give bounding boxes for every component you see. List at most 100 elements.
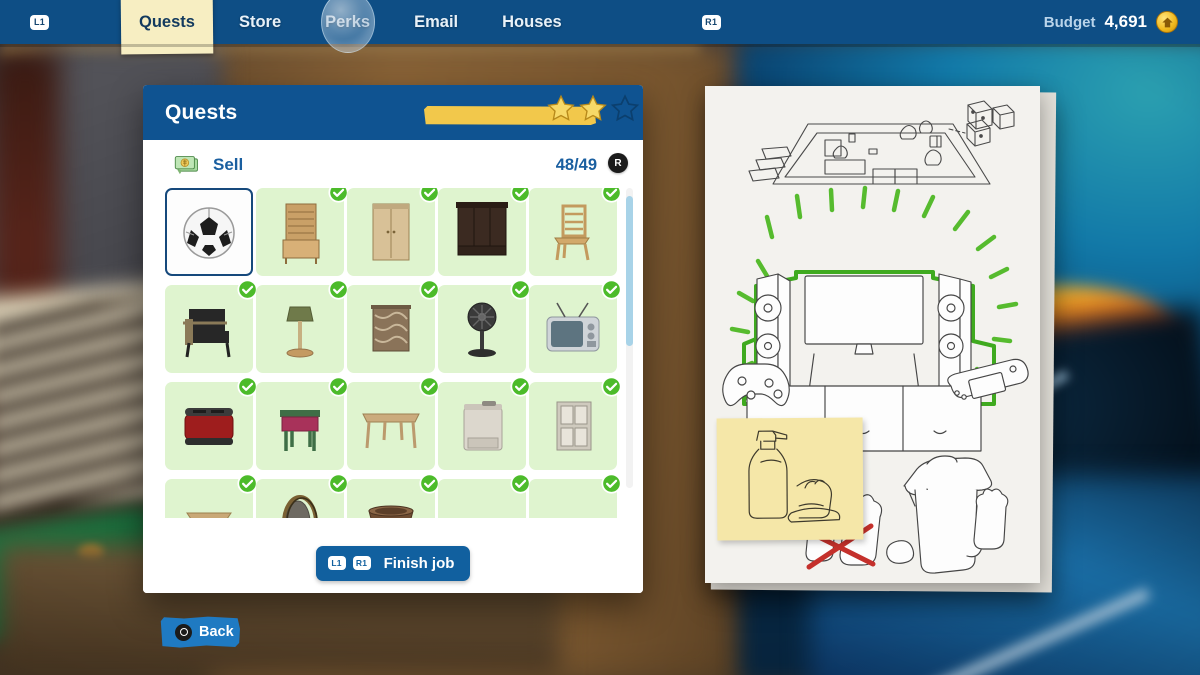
completed-check-icon (601, 279, 622, 300)
item-grid (165, 188, 622, 518)
grid-item-red-toaster[interactable] (165, 376, 258, 470)
wardrobe-light-icon (355, 196, 427, 268)
completed-check-icon (601, 376, 622, 397)
completed-check-icon (601, 473, 622, 494)
completed-check-icon (510, 473, 531, 494)
grid-item-tall-cabinet[interactable] (529, 376, 622, 470)
completed-check-icon (419, 376, 440, 397)
grid-item-pedestal-fan[interactable] (438, 279, 531, 373)
grid-item-wardrobe-light[interactable] (347, 188, 440, 276)
nav-items: Quests Store Perks Email Houses R1 (117, 0, 721, 55)
grid-item-washing-machine[interactable] (438, 376, 531, 470)
completed-check-icon (510, 279, 531, 300)
tab-quests[interactable]: Quests (117, 0, 217, 55)
soccer-ball-icon (173, 196, 245, 268)
tab-houses-label: Houses (502, 12, 562, 31)
panel-header: Quests (143, 85, 643, 140)
dining-table-icon (355, 390, 427, 462)
back-button[interactable]: Back (160, 616, 240, 648)
tall-cabinet-icon (537, 390, 609, 462)
floor-lamp-icon (264, 293, 336, 365)
grid-item-crt-tv[interactable] (529, 279, 622, 373)
grid-item-armchair[interactable] (165, 279, 258, 373)
tab-quests-label: Quests (139, 12, 195, 31)
grid-item-wardrobe-dark[interactable] (438, 188, 531, 276)
star-progress-bar (420, 94, 640, 136)
completed-check-icon (328, 279, 349, 300)
quest-name: Sell (213, 155, 244, 174)
r1-shoulder-badge-icon[interactable]: R1 (701, 14, 721, 30)
crt-tv-icon (537, 293, 609, 365)
completed-check-icon (510, 188, 531, 203)
playstation-circle-icon (175, 623, 192, 641)
grid-scrollbar[interactable] (626, 188, 633, 488)
red-toaster-icon (173, 390, 245, 462)
armchair-icon (173, 293, 245, 365)
wood-board-icon (537, 487, 609, 518)
budget-value: 4,691 (1104, 12, 1147, 31)
tab-houses[interactable]: Houses (480, 0, 584, 44)
paper-sheet-front (705, 86, 1040, 583)
wooden-chair-icon (537, 196, 609, 268)
wall-rug-icon (355, 293, 427, 365)
sticky-note (716, 417, 864, 541)
completed-check-icon (237, 279, 258, 300)
completed-check-icon (419, 279, 440, 300)
r-button-hint-icon[interactable]: R (608, 153, 628, 173)
panel-footer: L1 R1 Finish job (143, 533, 643, 593)
nightstand-icon (264, 390, 336, 462)
money-icon (174, 156, 198, 175)
grid-scrollbar-thumb[interactable] (626, 196, 633, 346)
game-screen: L1 Quests Store Perks Email Houses R1 Bu… (0, 0, 1200, 675)
tab-email[interactable]: Email (392, 0, 480, 44)
cleaning-supplies-sketch (748, 430, 841, 523)
grid-item-wall-rug[interactable] (347, 279, 440, 373)
bookshelf-icon (264, 196, 336, 268)
completed-check-icon (419, 188, 440, 203)
tab-perks-label: Perks (325, 12, 371, 31)
budget-display: Budget 4,691 (1044, 11, 1178, 33)
plant-pot-icon (355, 487, 427, 518)
tab-perks[interactable]: Perks (303, 0, 392, 53)
grid-item-wood-board[interactable] (529, 473, 622, 518)
page-title: Quests (165, 100, 238, 124)
grid-item-bookshelf[interactable] (256, 188, 349, 276)
wood-plank-icon (446, 487, 518, 518)
low-cabinet-icon (173, 487, 245, 518)
star-filled-icon (547, 94, 575, 121)
washing-machine-icon (446, 390, 518, 462)
tab-email-label: Email (414, 12, 459, 31)
budget-label: Budget (1043, 13, 1096, 31)
grid-item-plant-pot[interactable] (347, 473, 440, 518)
quest-progress-count: 48/49 (555, 155, 597, 174)
pedestal-fan-icon (446, 293, 518, 365)
quests-panel: Quests Sell 48/49 R L1 R1 Finish job (143, 85, 643, 593)
grid-item-nightstand[interactable] (256, 376, 349, 470)
grid-item-wooden-chair[interactable] (529, 188, 622, 276)
wardrobe-dark-icon (446, 196, 518, 268)
l1-shoulder-badge-icon[interactable]: L1 (30, 14, 49, 30)
quest-summary-row: Sell 48/49 (143, 140, 643, 182)
grid-item-wood-plank[interactable] (438, 473, 531, 518)
panel-body: Sell 48/49 R L1 R1 Finish job (143, 140, 643, 593)
tab-store[interactable]: Store (217, 0, 303, 44)
tab-store-label: Store (238, 12, 282, 31)
star-rating (546, 94, 640, 124)
finish-job-button[interactable]: L1 R1 Finish job (315, 545, 471, 581)
grid-item-oval-mirror[interactable] (256, 473, 349, 518)
grid-item-low-cabinet[interactable] (165, 473, 258, 518)
completed-check-icon (328, 188, 349, 203)
completed-check-icon (328, 376, 349, 397)
back-button-label: Back (199, 624, 234, 640)
oval-mirror-icon (264, 487, 336, 518)
l1-badge-icon: L1 (327, 556, 346, 570)
grid-item-floor-lamp[interactable] (256, 279, 349, 373)
grid-item-dining-table[interactable] (347, 376, 440, 470)
completed-check-icon (419, 473, 440, 494)
grid-item-soccer-ball[interactable] (165, 188, 253, 276)
completed-check-icon (237, 376, 258, 397)
finish-job-label: Finish job (383, 554, 455, 572)
completed-check-icon (510, 376, 531, 397)
notepad (705, 86, 1057, 593)
completed-check-icon (328, 473, 349, 494)
